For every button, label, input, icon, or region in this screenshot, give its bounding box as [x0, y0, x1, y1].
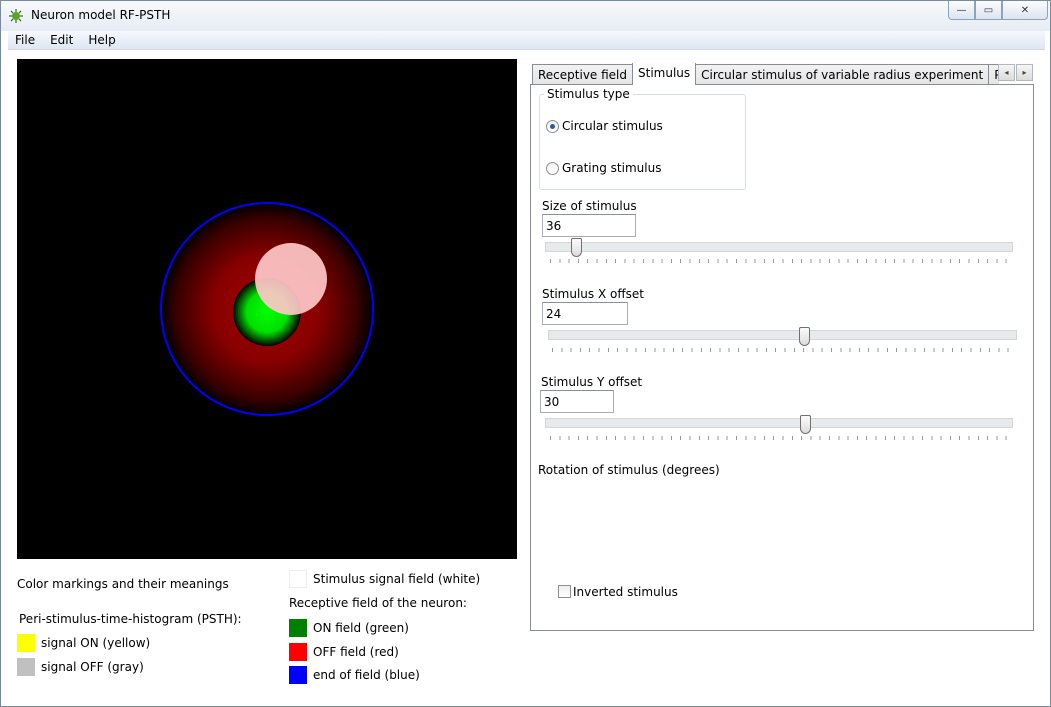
y-offset-input[interactable]: 30	[540, 390, 614, 413]
signal-on-label: signal ON (yellow)	[41, 636, 151, 650]
y-offset-slider-thumb[interactable]	[800, 415, 811, 434]
size-slider-thumb[interactable]	[571, 238, 582, 257]
menu-file[interactable]: File	[8, 31, 43, 49]
rotation-label: Rotation of stimulus (degrees)	[538, 463, 720, 477]
x-offset-input[interactable]: 24	[542, 302, 628, 325]
on-field-swatch	[289, 619, 307, 637]
tab-circular-experiment[interactable]: Circular stimulus of variable radius exp…	[695, 64, 990, 85]
stimulus-field-swatch	[289, 570, 307, 588]
size-input[interactable]: 36	[542, 214, 636, 237]
stimulus-type-group	[539, 94, 746, 190]
menu-edit[interactable]: Edit	[43, 31, 81, 49]
off-field-label: OFF field (red)	[313, 645, 399, 659]
minimize-button[interactable]: —	[948, 1, 975, 20]
tab-scroll-left-icon[interactable]: ◂	[998, 64, 1015, 81]
tab-receptive-field[interactable]: Receptive field	[532, 64, 634, 85]
x-offset-slider-thumb[interactable]	[799, 327, 810, 346]
rf-legend-title: Receptive field of the neuron:	[289, 596, 467, 610]
end-field-swatch	[289, 666, 307, 684]
stimulus-field-label: Stimulus signal field (white)	[313, 572, 481, 586]
stimulus-type-title: Stimulus type	[544, 87, 633, 101]
menu-help[interactable]: Help	[81, 31, 123, 49]
end-field-label: end of field (blue)	[313, 668, 420, 682]
window-title: Neuron model RF-PSTH	[31, 8, 171, 22]
circular-stimulus-radio[interactable]	[546, 120, 559, 133]
maximize-button[interactable]: ▭	[975, 1, 1002, 20]
signal-off-label: signal OFF (gray)	[41, 660, 144, 674]
size-label: Size of stimulus	[542, 199, 637, 213]
grating-stimulus-radio[interactable]	[546, 162, 559, 175]
tab-strip: Receptive field Stimulus Circular stimulus…	[532, 63, 999, 85]
circular-stimulus-label[interactable]: Circular stimulus	[562, 119, 663, 133]
size-slider-ticks	[550, 259, 1012, 263]
tab-scroll-right-icon[interactable]: ▸	[1016, 64, 1033, 81]
inverted-stimulus-label[interactable]: Inverted stimulus	[573, 585, 678, 599]
grating-stimulus-label[interactable]: Grating stimulus	[562, 161, 661, 175]
x-offset-slider-track[interactable]	[548, 330, 1017, 340]
inverted-stimulus-checkbox[interactable]	[558, 585, 571, 598]
neuron-app-icon	[9, 9, 23, 23]
psth-legend-title: Peri-stimulus-time-histogram (PSTH):	[19, 612, 242, 626]
menu-bar: File Edit Help	[8, 31, 1045, 50]
x-offset-slider-ticks	[552, 348, 1015, 352]
size-slider-track[interactable]	[545, 242, 1013, 252]
close-button[interactable]: ✕	[1002, 1, 1048, 20]
y-offset-slider-track[interactable]	[545, 418, 1013, 428]
on-field-label: ON field (green)	[313, 621, 409, 635]
y-offset-slider-ticks	[550, 436, 1012, 440]
y-offset-label: Stimulus Y offset	[541, 375, 643, 389]
signal-off-swatch	[17, 658, 35, 676]
legend-title: Color markings and their meanings	[17, 577, 229, 591]
app-window: Neuron model RF-PSTH — ▭ ✕ File Edit Hel…	[0, 0, 1051, 707]
signal-on-swatch	[17, 634, 35, 652]
tab-stimulus[interactable]: Stimulus	[632, 63, 697, 85]
x-offset-label: Stimulus X offset	[542, 287, 644, 301]
title-bar: Neuron model RF-PSTH — ▭ ✕	[1, 1, 1050, 31]
off-field-swatch	[289, 643, 307, 661]
receptive-field-canvas[interactable]	[17, 59, 517, 559]
stimulus-circle	[255, 243, 327, 315]
